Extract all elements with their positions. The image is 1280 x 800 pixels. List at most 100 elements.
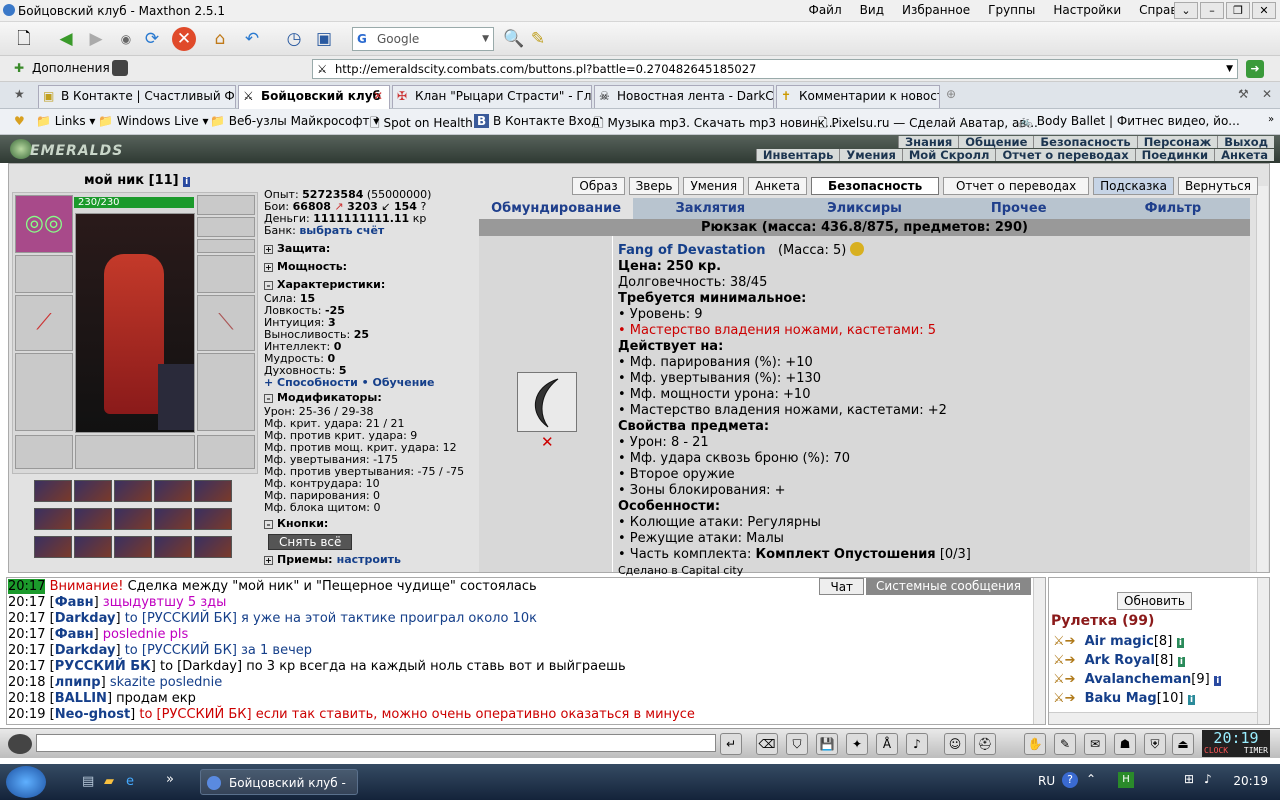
configure-link[interactable]: настроить	[337, 554, 401, 566]
ie-icon[interactable]: e	[126, 774, 134, 789]
eraser-icon[interactable]: ⌫	[756, 733, 778, 755]
shield-icon[interactable]: ⛨	[1144, 733, 1166, 755]
taskbar-window[interactable]: Бойцовский клуб - ...	[200, 769, 358, 795]
sound-icon[interactable]: ♪	[906, 733, 928, 755]
profile-button[interactable]: Анкета	[748, 177, 808, 195]
tab-spells[interactable]: Заклятия	[633, 198, 787, 219]
menu-file[interactable]: Файл	[809, 3, 842, 17]
fav-vkontakte[interactable]: B В Контакте Вход	[474, 114, 600, 128]
forward-icon[interactable]: ▶	[84, 27, 108, 51]
section-buttons[interactable]: – Кнопки:	[264, 518, 474, 530]
tab-elixirs[interactable]: Эликсиры	[787, 198, 941, 219]
nav-transfer-report[interactable]: Отчет о переводах	[995, 149, 1135, 161]
item-image[interactable]	[517, 372, 577, 432]
undo-icon[interactable]: ↶	[240, 27, 264, 51]
tab-filter[interactable]: Фильтр	[1096, 198, 1250, 219]
bank-link[interactable]: выбрать счёт	[299, 224, 384, 237]
folder-icon[interactable]: ▰	[104, 774, 114, 789]
slot-pants[interactable]	[197, 353, 255, 431]
fav-body-ballet[interactable]: 🚲 Body Ballet | Фитнес видео, йо...	[1018, 114, 1240, 128]
menu-groups[interactable]: Группы	[988, 3, 1035, 17]
quick-slot[interactable]	[154, 536, 192, 558]
nav-my-scroll[interactable]: Мой Скролл	[901, 149, 996, 161]
chevron-right-icon[interactable]: »	[1268, 114, 1274, 125]
transfer-report-button[interactable]: Отчет о переводах	[943, 177, 1090, 195]
exit-icon[interactable]: ⏏	[1172, 733, 1194, 755]
quick-slot[interactable]	[114, 480, 152, 502]
abilities-link[interactable]: + Способности	[264, 376, 358, 389]
fav-microsoft[interactable]: 📁 Веб-узлы Майкрософт ▾	[210, 114, 379, 128]
nav-security[interactable]: Безопасность	[1033, 136, 1137, 148]
quick-slot[interactable]	[154, 480, 192, 502]
quick-slot[interactable]	[114, 536, 152, 558]
security-button[interactable]: Безопасность	[811, 177, 940, 195]
clock-icon[interactable]: ◷	[282, 27, 306, 51]
tab-comments[interactable]: ✝ Комментарии к новости	[776, 85, 940, 108]
player-item[interactable]: ⚔➔ Baku Mag[10] i	[1053, 690, 1221, 709]
undress-button[interactable]: Снять всё	[268, 534, 353, 550]
people-icon[interactable]: ☗	[1114, 733, 1136, 755]
refresh-icon[interactable]: ⟳	[140, 27, 164, 51]
skills-button[interactable]: Умения	[683, 177, 745, 195]
tray-chevron-icon[interactable]: ⌃	[1086, 772, 1096, 786]
section-modifiers[interactable]: – Модификаторы:	[264, 392, 474, 404]
item-name[interactable]: Fang of Devastation	[618, 243, 766, 258]
nav-fights[interactable]: Поединки	[1134, 149, 1215, 161]
send-icon[interactable]: ↵	[720, 733, 742, 755]
walk-icon[interactable]: ✦	[846, 733, 868, 755]
quick-slot[interactable]	[34, 508, 72, 530]
room-hscrollbar[interactable]	[1049, 712, 1257, 724]
chevron-down-icon[interactable]: ⌄	[1174, 2, 1198, 19]
quick-slot[interactable]	[114, 508, 152, 530]
slot-earrings[interactable]	[197, 195, 255, 215]
close-tab-icon[interactable]: ✕	[373, 86, 383, 107]
nav-character[interactable]: Персонаж	[1136, 136, 1218, 148]
search-box[interactable]: G Google ▼	[352, 27, 494, 51]
quick-slot[interactable]	[74, 480, 112, 502]
quick-slot[interactable]	[34, 536, 72, 558]
screen-icon[interactable]: ▣	[312, 27, 336, 51]
slot-weapon-right[interactable]: ⟍	[197, 295, 255, 351]
chat-input[interactable]	[36, 734, 716, 752]
info-icon[interactable]: i	[183, 177, 191, 187]
tray-icon[interactable]: H	[1118, 772, 1134, 788]
quick-slot[interactable]	[194, 536, 232, 558]
home-icon[interactable]: ⌂	[208, 27, 232, 51]
refresh-button[interactable]: Обновить	[1117, 592, 1192, 610]
quick-slot[interactable]	[74, 536, 112, 558]
search-go-icon[interactable]: 🔍	[502, 27, 526, 51]
new-tab-icon[interactable]: ⊕	[946, 87, 956, 101]
desktop-icon[interactable]: ▤	[82, 774, 94, 789]
smiley-face-icon[interactable]	[8, 734, 32, 754]
volume-icon[interactable]: ♪	[1204, 772, 1212, 786]
nav-knowledge[interactable]: Знания	[898, 136, 959, 148]
nav-profile[interactable]: Анкета	[1214, 149, 1274, 161]
tab-equipment[interactable]: Обмундирование	[479, 198, 634, 219]
new-page-icon[interactable]: 🗋	[12, 27, 36, 51]
network-icon[interactable]: ⊞	[1184, 772, 1194, 786]
section-characteristics[interactable]: – Характеристики:	[264, 279, 474, 291]
nav-skills[interactable]: Умения	[839, 149, 902, 161]
nav-inventory[interactable]: Инвентарь	[755, 149, 840, 161]
tab-darkclan[interactable]: ☠ Новостная лента - DarkClan	[594, 85, 774, 108]
fav-music[interactable]: 🗋 Музыка mp3. Скачать mp3 новинк...	[594, 114, 836, 135]
heart-icon[interactable]: ♥	[14, 114, 25, 128]
close-all-icon[interactable]: ✕	[1262, 87, 1272, 101]
slot-boots[interactable]	[197, 435, 255, 469]
slot-pockets[interactable]	[75, 435, 195, 469]
tab-fightclub[interactable]: ⚔ Бойцовский клуб ✕	[238, 85, 390, 109]
training-link[interactable]: Обучение	[373, 376, 435, 389]
return-button[interactable]: Вернуться	[1177, 177, 1258, 195]
chevron-right-icon[interactable]: »	[166, 772, 174, 787]
fav-links[interactable]: 📁 Links ▾	[36, 114, 95, 128]
quick-slot[interactable]	[34, 480, 72, 502]
character-avatar[interactable]	[75, 213, 195, 433]
image-button[interactable]: Образ	[572, 177, 625, 195]
slot-rings[interactable]	[197, 239, 255, 253]
player-item[interactable]: ⚔➔ Avalancheman[9] i	[1053, 671, 1222, 690]
fav-spot-health[interactable]: 🗋 Spot on Health	[370, 114, 473, 135]
scroll-icon[interactable]: ✎	[1054, 733, 1076, 755]
minimize-icon[interactable]: –	[1200, 2, 1224, 19]
quick-slot[interactable]	[74, 508, 112, 530]
menu-view[interactable]: Вид	[860, 3, 884, 17]
